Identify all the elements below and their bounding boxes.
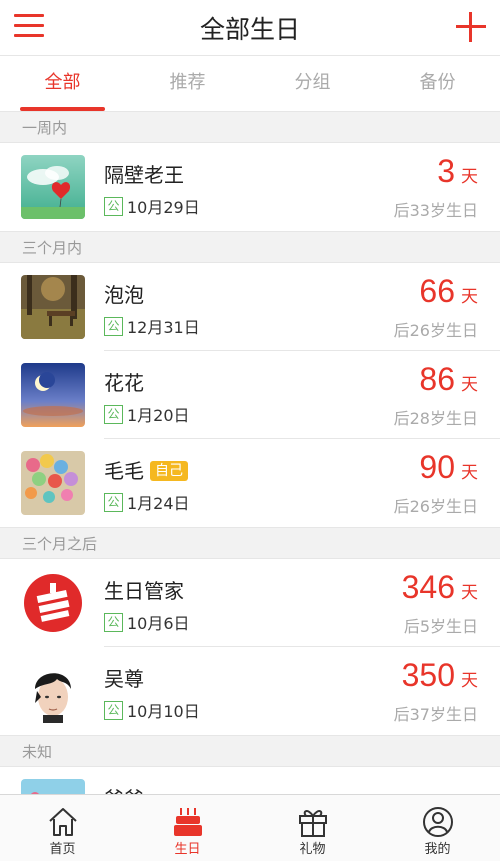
- contact-name: 花花: [104, 371, 144, 395]
- solar-calendar-icon: 公: [104, 404, 123, 424]
- solar-calendar-icon: 公: [104, 316, 123, 336]
- birthday-list[interactable]: 一周内 隔壁老王 公 10月29日 3天 后33岁生日 三个月内 泡泡 公 12…: [0, 111, 500, 794]
- days-until-birthday: 86 天: [419, 361, 478, 397]
- solar-calendar-icon: 公: [104, 612, 123, 632]
- days-until-birthday: 66 天: [419, 273, 478, 309]
- contact-name: 生日管家: [104, 579, 184, 603]
- crescent-moon-photo: [21, 363, 85, 427]
- section-header: 一周内: [0, 111, 500, 143]
- tabbar-gifts[interactable]: 礼物: [250, 795, 375, 861]
- list-item[interactable]: 吴尊 公 10月10日 350 天 后37岁生日: [0, 647, 500, 735]
- park-bench-photo: [21, 275, 85, 339]
- contact-name: 吴尊: [104, 667, 144, 691]
- list-item[interactable]: 生日管家 公 10月6日 346 天 后5岁生日: [0, 559, 500, 647]
- solar-calendar-icon: 公: [104, 492, 123, 512]
- birthday-date: 公 12月31日: [104, 314, 200, 338]
- days-until-birthday: 3天: [437, 153, 478, 189]
- cake-icon: [173, 808, 202, 836]
- birthday-date: 公 10月10日: [104, 698, 200, 722]
- tab-recommend[interactable]: 推荐: [125, 57, 250, 111]
- upcoming-age: 后5岁生日: [403, 617, 478, 636]
- birthday-date: 公 1月24日: [104, 490, 190, 514]
- birthday-date: 公 1月20日: [104, 402, 190, 426]
- page-title: 全部生日: [199, 15, 300, 44]
- upcoming-age: 后37岁生日: [393, 705, 478, 724]
- tabbar-home[interactable]: 首页: [0, 795, 125, 861]
- birthday-date: 公 10月6日: [104, 610, 190, 634]
- contact-name: 隔壁老王: [104, 163, 184, 187]
- top-bar: 全部生日: [0, 0, 500, 56]
- contact-name: 泡泡: [104, 283, 144, 307]
- birthday-date: 公 10月29日: [104, 194, 200, 218]
- upcoming-age: 后33岁生日: [393, 201, 478, 220]
- solar-calendar-icon: 公: [104, 196, 123, 216]
- upcoming-age: 后26岁生日: [393, 321, 478, 340]
- list-item[interactable]: 爸爸: [0, 767, 500, 794]
- days-until-birthday: 90 天: [419, 449, 478, 485]
- upcoming-age: 后28岁生日: [393, 409, 478, 428]
- bottom-tab-bar: 首页 生日 礼物 我的: [0, 794, 500, 861]
- app-logo: [21, 571, 85, 635]
- tabbar-birthday[interactable]: 生日: [125, 795, 250, 861]
- upcoming-age: 后26岁生日: [393, 497, 478, 516]
- tabbar-me[interactable]: 我的: [375, 795, 500, 861]
- days-until-birthday: 350 天: [401, 657, 478, 693]
- section-header: 未知: [0, 735, 500, 767]
- tab-backup[interactable]: 备份: [375, 57, 500, 111]
- tab-groups[interactable]: 分组: [250, 57, 375, 111]
- contact-name: 毛毛 自己: [104, 455, 188, 484]
- home-icon: [48, 808, 77, 836]
- man-portrait: [21, 659, 85, 723]
- list-item[interactable]: 泡泡 公 12月31日 66 天 后26岁生日: [0, 263, 500, 351]
- red-balloon-photo: [21, 155, 85, 219]
- self-badge: 自己: [150, 461, 188, 481]
- gift-icon: [298, 810, 327, 837]
- contact-name: 爸爸: [104, 783, 144, 794]
- list-item[interactable]: 毛毛 自己 公 1月24日 90 天 后26岁生日: [0, 439, 500, 527]
- solar-calendar-icon: 公: [104, 700, 123, 720]
- section-header: 三个月之后: [0, 527, 500, 559]
- add-icon[interactable]: [456, 12, 486, 42]
- list-item[interactable]: 花花 公 1月20日 86 天 后28岁生日: [0, 351, 500, 439]
- cartoon-avatar: [21, 779, 85, 794]
- balloons-photo: [21, 451, 85, 515]
- tab-all[interactable]: 全部: [0, 57, 125, 111]
- tab-bar: 全部 推荐 分组 备份: [0, 57, 500, 111]
- user-icon: [422, 807, 453, 837]
- section-header: 三个月内: [0, 231, 500, 263]
- days-until-birthday: 346 天: [401, 569, 478, 605]
- list-item[interactable]: 隔壁老王 公 10月29日 3天 后33岁生日: [0, 143, 500, 231]
